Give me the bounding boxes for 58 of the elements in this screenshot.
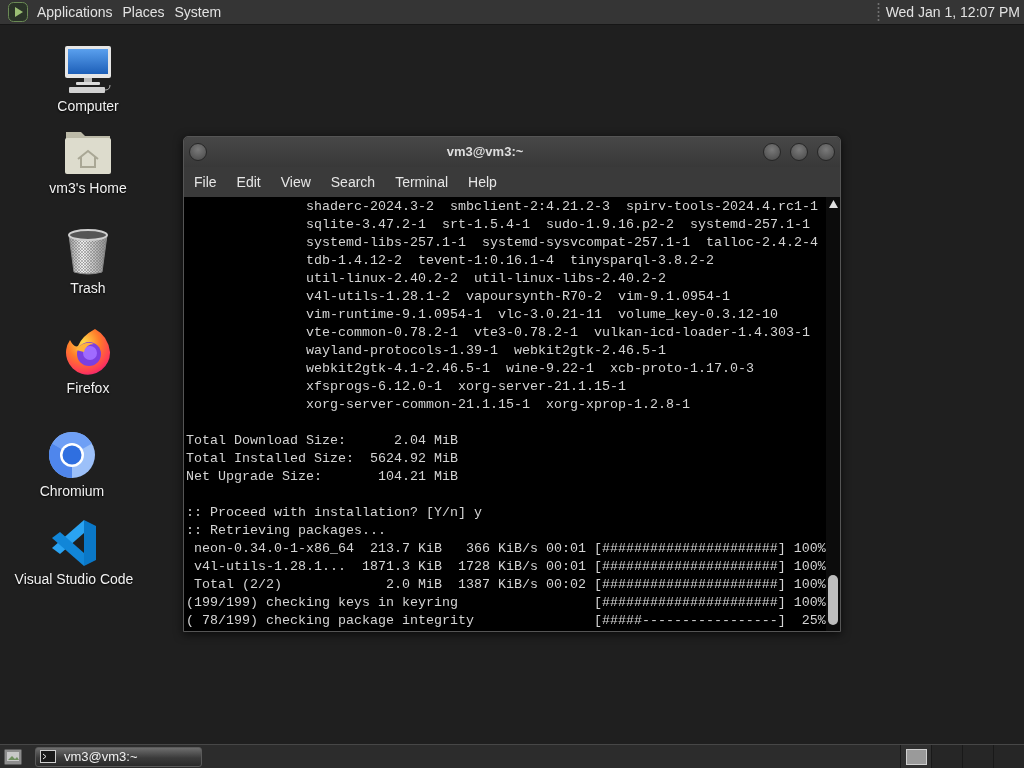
clock[interactable]: Wed Jan 1, 12:07 PM [879, 1, 1024, 23]
ring-logo-icon[interactable] [48, 431, 96, 479]
terminal-line: ( 78/199) checking package integrity [#####-----------------] 25% [186, 612, 826, 630]
terminal-line: shaderc-2024.3-2 smbclient-2:4.21.2-3 spirv-tools-2024.4.rc1-1 [306, 198, 818, 216]
terminal-line: Total Download Size: 2.04 MiB [186, 432, 458, 450]
terminal-icon [40, 750, 56, 763]
terminal-line: tdb-1.4.12-2 tevent-1:0.16.1-4 tinysparql-3.8.2-2 [306, 252, 714, 270]
desktop-icon-label[interactable]: Chromium [39, 483, 105, 500]
terminal-line: vim-runtime-9.1.0954-1 vlc-3.0.21-11 volume_key-0.3.12-10 [306, 306, 778, 324]
menu-button[interactable]: Help [458, 171, 507, 193]
terminal-line: neon-0.34.0-1-x86_64 213.7 KiB 366 KiB/s 00:01 [######################] 100% [193, 540, 826, 558]
terminal-line: wayland-protocols-1.39-1 webkit2gtk-2.46.5-1 [306, 342, 666, 360]
desktop-icon-label[interactable]: Visual Studio Code [14, 571, 134, 588]
terminal-line: v4l-utils-1.28.1... 1871.3 KiB 1728 KiB/s 00:01 [######################] 100% [193, 558, 826, 576]
menu-button[interactable]: Search [320, 171, 386, 193]
terminal-line: :: Retrieving packages... [186, 522, 386, 540]
menu-button[interactable]: Terminal [385, 171, 459, 193]
menu-button[interactable]: System [169, 1, 227, 23]
minimize-button[interactable] [763, 143, 781, 161]
desktop-icon-label[interactable]: vm3's Home [49, 180, 127, 197]
ribbon-logo-icon[interactable] [50, 519, 98, 567]
terminal-line: Total Installed Size: 5624.92 MiB [186, 450, 458, 468]
terminal-line: util-linux-2.40.2-2 util-linux-libs-2.40.2-2 [306, 270, 666, 288]
menu-button[interactable]: View [270, 171, 321, 193]
menu-button[interactable]: Edit [226, 171, 271, 193]
window-menu-button[interactable] [189, 143, 207, 161]
scrollbar-thumb[interactable] [828, 575, 838, 625]
desktop-icon[interactable] [4, 748, 22, 765]
panel-handle-icon [876, 2, 880, 22]
terminal-line: systemd-libs-257.1-1 systemd-sysvcompat-257.1-1 talloc-2.4.2-4 [306, 234, 818, 252]
scroll-up-button[interactable] [826, 197, 840, 211]
terminal-line: Total (2/2) 2.0 MiB 1387 KiB/s 00:02 [######################] 100% [193, 576, 826, 594]
up-arrow-icon [828, 200, 838, 208]
terminal-line: vte-common-0.78.2-1 vte3-0.78.2-1 vulkan-icd-loader-1.4.303-1 [306, 324, 810, 342]
desktop-icon-label[interactable]: Firefox [66, 380, 110, 397]
terminal-line: xorg-server-common-21.1.15-1 xorg-xprop-1.2.8-1 [306, 396, 690, 414]
play-logo-icon[interactable] [8, 2, 28, 22]
taskbar-button[interactable]: vm3@vm3:~ [35, 746, 202, 767]
window-thumbnail-icon [905, 748, 927, 765]
terminal-line: (199/199) checking keys in keyring [######################] 100% [186, 594, 826, 612]
menu-button[interactable]: File [184, 171, 227, 193]
terminal-line: Net Upgrade Size: 104.21 MiB [186, 468, 458, 486]
workspace-button[interactable] [900, 745, 931, 768]
window-title: vm3@vm3:~ [445, 143, 525, 162]
menu-button[interactable]: Places [117, 1, 170, 23]
terminal-line: xfsprogs-6.12.0-1 xorg-server-21.1.15-1 [306, 378, 626, 396]
desktop-icon-label[interactable]: Trash [70, 280, 106, 297]
maximize-button[interactable] [790, 143, 808, 161]
scrollbar[interactable] [826, 197, 840, 631]
terminal-line: :: Proceed with installation? [Y/n] y [186, 504, 482, 522]
flame-globe-icon[interactable] [64, 328, 112, 376]
terminal-line: sqlite-3.47.2-1 srt-1.5.4-1 sudo-1.9.16.p2-2 systemd-257.1-1 [306, 216, 810, 234]
desktop-icon-label[interactable]: Computer [57, 98, 119, 115]
close-button[interactable] [817, 143, 835, 161]
terminal-line: webkit2gtk-4.1-2.46.5-1 wine-9.22-1 xcb-proto-1.17.0-3 [306, 360, 754, 378]
terminal-line: v4l-utils-1.28.1-2 vapoursynth-R70-2 vim-9.1.0954-1 [306, 288, 730, 306]
monitor-icon[interactable] [64, 46, 112, 94]
menu-button[interactable]: Applications [32, 1, 118, 23]
